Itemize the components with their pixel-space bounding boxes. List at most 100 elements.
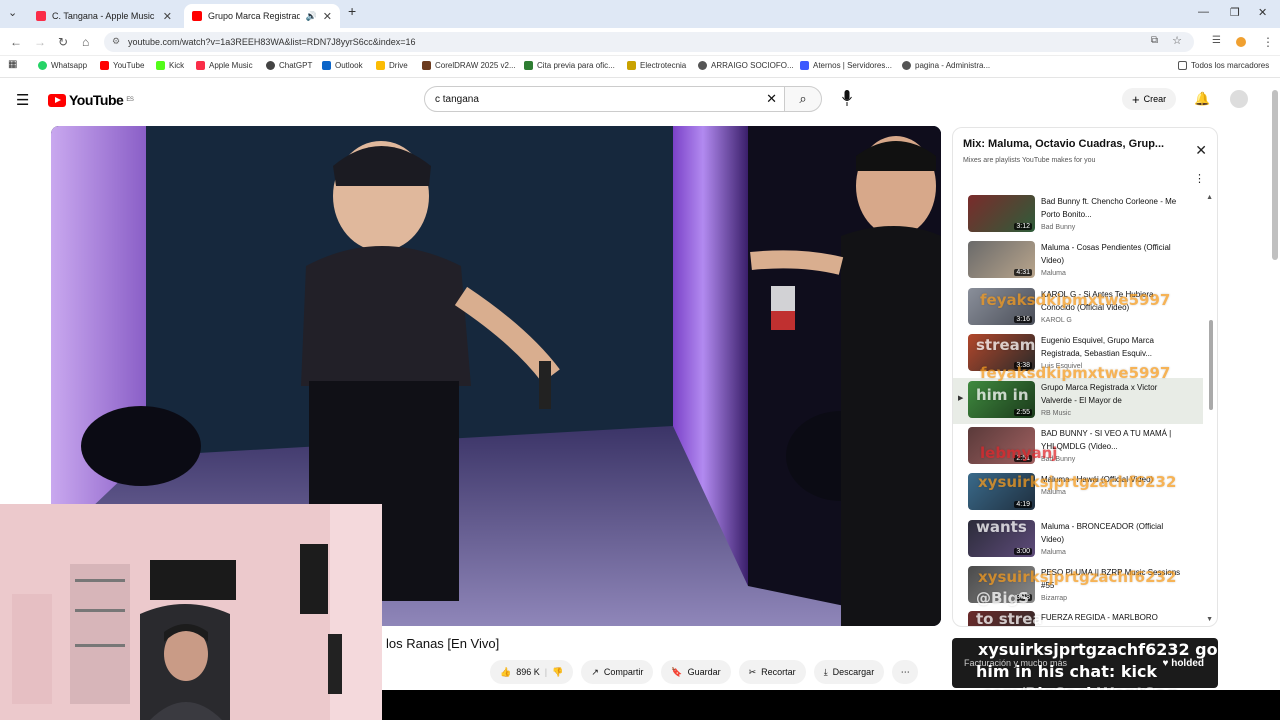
bookmark-outlook[interactable]: Outlook	[322, 61, 363, 70]
video-actions: 👍 896 K | 👎 ↗ Compartir 🔖 Guardar ✂ Reco…	[490, 660, 919, 684]
share-button[interactable]: ↗ Compartir	[581, 660, 654, 684]
new-tab-button[interactable]: +	[348, 3, 356, 19]
bookmark-star-icon[interactable]: ☆	[1172, 34, 1182, 47]
address-bar[interactable]: ⚙ youtube.com/watch?v=1a3REEH83WA&list=R…	[104, 32, 1194, 52]
tab-search-icon[interactable]: ⌄	[8, 6, 17, 19]
bookmark-apple-music[interactable]: Apple Music	[196, 61, 253, 70]
stream-alert-line: xysuirksjprtgzachf6232 go	[978, 640, 1218, 659]
chat-overlay-text: @BigS	[976, 589, 1030, 607]
scroll-down-icon[interactable]: ▼	[1206, 616, 1213, 623]
whatsapp-icon	[38, 61, 47, 70]
chat-overlay-text: lebmyanj	[980, 444, 1058, 462]
now-playing-icon: ▶	[958, 395, 964, 402]
install-icon[interactable]: ⧉	[1151, 35, 1158, 46]
more-actions-button[interactable]: ⋯	[892, 660, 919, 684]
close-icon[interactable]: ✕	[163, 10, 172, 23]
youtube-favicon-icon	[192, 11, 202, 21]
bookmark-whatsapp[interactable]: Whatsapp	[38, 61, 87, 70]
site-info-icon[interactable]: ⚙	[112, 36, 120, 47]
page-scrollbar[interactable]	[1272, 90, 1278, 260]
close-window-icon[interactable]: ✕	[1258, 6, 1267, 19]
video-thumbnail: 3:12	[968, 195, 1035, 232]
playlist-item[interactable]: 4:31 Maluma - Cosas Pendientes (Official…	[953, 238, 1203, 284]
minimize-icon[interactable]: —	[1198, 6, 1209, 18]
scroll-up-icon[interactable]: ▲	[1206, 194, 1213, 201]
chat-overlay-text: feyaksdkipmxtwe5997	[980, 291, 1171, 309]
bookmark-kick[interactable]: Kick	[156, 61, 184, 70]
chat-overlay-text: xysuirksjprtgzachf6232	[978, 473, 1177, 491]
bookmark-drive[interactable]: Drive	[376, 61, 408, 70]
speaker-icon[interactable]: 🔊	[306, 11, 317, 22]
download-button[interactable]: ⤓ Descargar	[813, 660, 885, 684]
bookmark-arraigo[interactable]: ARRAIGO SOCIOFO...	[698, 61, 794, 70]
search-input[interactable]: c tangana ✕	[424, 86, 786, 112]
apps-icon[interactable]: ▦	[8, 59, 17, 70]
drive-icon	[376, 61, 385, 70]
all-bookmarks[interactable]: Todos los marcadores	[1178, 61, 1269, 70]
bookmark-aternos[interactable]: Aternos | Servidores...	[800, 61, 892, 70]
back-icon[interactable]: ←	[10, 35, 22, 49]
tab-youtube[interactable]: Grupo Marca Registrada x V 🔊 ✕	[184, 4, 340, 28]
tab-title: Grupo Marca Registrada x V	[208, 11, 300, 21]
aternos-icon	[800, 61, 809, 70]
download-icon: ⤓	[823, 666, 828, 677]
tab-apple-music[interactable]: C. Tangana - Apple Music ✕	[28, 4, 180, 28]
avatar[interactable]	[1230, 90, 1248, 108]
microphone-icon[interactable]	[840, 90, 854, 108]
search-button[interactable]: ⌕	[784, 86, 822, 112]
electrotecnia-icon	[627, 61, 636, 70]
bookmark-cita-previa[interactable]: Cita previa para ofic...	[524, 61, 615, 70]
cita-previa-icon	[524, 61, 533, 70]
sponsor-brand: ♥ holded	[1162, 658, 1205, 669]
chatgpt-icon	[266, 61, 275, 70]
clear-search-icon[interactable]: ✕	[766, 91, 777, 107]
youtube-play-icon	[48, 93, 66, 107]
clip-button[interactable]: ✂ Recortar	[738, 660, 806, 684]
close-icon[interactable]: ✕	[323, 10, 332, 23]
forward-icon[interactable]: →	[34, 35, 46, 49]
item-title: Maluma - Cosas Pendientes (Official Vide…	[1041, 243, 1171, 265]
bookmark-pagina[interactable]: pagina - Administra...	[902, 61, 990, 70]
playlist-item[interactable]: 3:12 Bad Bunny ft. Chencho Corleone - Me…	[953, 192, 1203, 238]
chat-overlay-text: xysuirksjprtgzachf6232	[978, 568, 1177, 586]
close-icon[interactable]: ✕	[1195, 142, 1207, 159]
playlist-title: Mix: Maluma, Octavio Cuadras, Grup...	[963, 138, 1165, 150]
bookmarks-bar: ▦ Whatsapp YouTube Kick Apple Music Chat…	[0, 56, 1280, 78]
item-channel: KAROL G	[1041, 317, 1072, 324]
search-icon: ⌕	[799, 91, 807, 106]
chat-overlay-text: to strea	[976, 610, 1043, 628]
like-button[interactable]: 👍 896 K | 👎	[490, 660, 574, 684]
maximize-icon[interactable]: ❐	[1230, 6, 1240, 19]
browser-toolbar: ← → ↻ ⌂ ⚙ youtube.com/watch?v=1a3REEH83W…	[0, 28, 1280, 56]
bookmark-coreldraw[interactable]: CorelDRAW 2025 v2...	[422, 61, 516, 70]
kick-icon	[156, 61, 165, 70]
playlist-scrollbar[interactable]	[1209, 320, 1213, 410]
extension-icon[interactable]	[1236, 37, 1246, 47]
bookmark-electrotecnia[interactable]: Electrotecnia	[627, 61, 686, 70]
bookmark-youtube[interactable]: YouTube	[100, 61, 144, 70]
kebab-menu-icon[interactable]: ⋮	[1262, 35, 1274, 49]
item-title: Grupo Marca Registrada x Victor Valverde…	[1041, 383, 1158, 405]
menu-list-icon[interactable]: ☰	[1212, 35, 1221, 46]
item-title: FUERZA REGIDA - MARLBORO	[1041, 613, 1158, 622]
item-channel: Maluma	[1041, 549, 1066, 556]
item-channel: Bizarrap	[1041, 595, 1068, 602]
kebab-menu-icon[interactable]: ⋮	[1194, 172, 1205, 185]
share-icon: ↗	[591, 666, 599, 677]
create-button[interactable]: + Crear	[1122, 88, 1177, 110]
notifications-bell-icon[interactable]: 🔔	[1194, 91, 1210, 107]
reload-icon[interactable]: ↻	[58, 35, 68, 49]
home-icon[interactable]: ⌂	[82, 35, 89, 49]
save-button[interactable]: 🔖 Guardar	[661, 660, 731, 684]
chat-overlay-text: feyaksdkipmxtwe5997	[980, 364, 1171, 382]
bookmark-chatgpt[interactable]: ChatGPT	[266, 61, 312, 70]
youtube-logo[interactable]: YouTube ES	[48, 92, 134, 108]
url-text: youtube.com/watch?v=1a3REEH83WA&list=RDN…	[128, 37, 416, 47]
item-channel: Bad Bunny	[1041, 224, 1076, 231]
stream-alert-line: him in his chat: kick	[976, 662, 1158, 681]
hamburger-menu-icon[interactable]: ☰	[16, 91, 29, 109]
stream-bottom-bar	[382, 690, 1280, 720]
apple-music-icon	[196, 61, 205, 70]
playlist-subtitle: Mixes are playlists YouTube makes for yo…	[963, 157, 1096, 164]
scissors-icon: ✂	[748, 666, 757, 677]
